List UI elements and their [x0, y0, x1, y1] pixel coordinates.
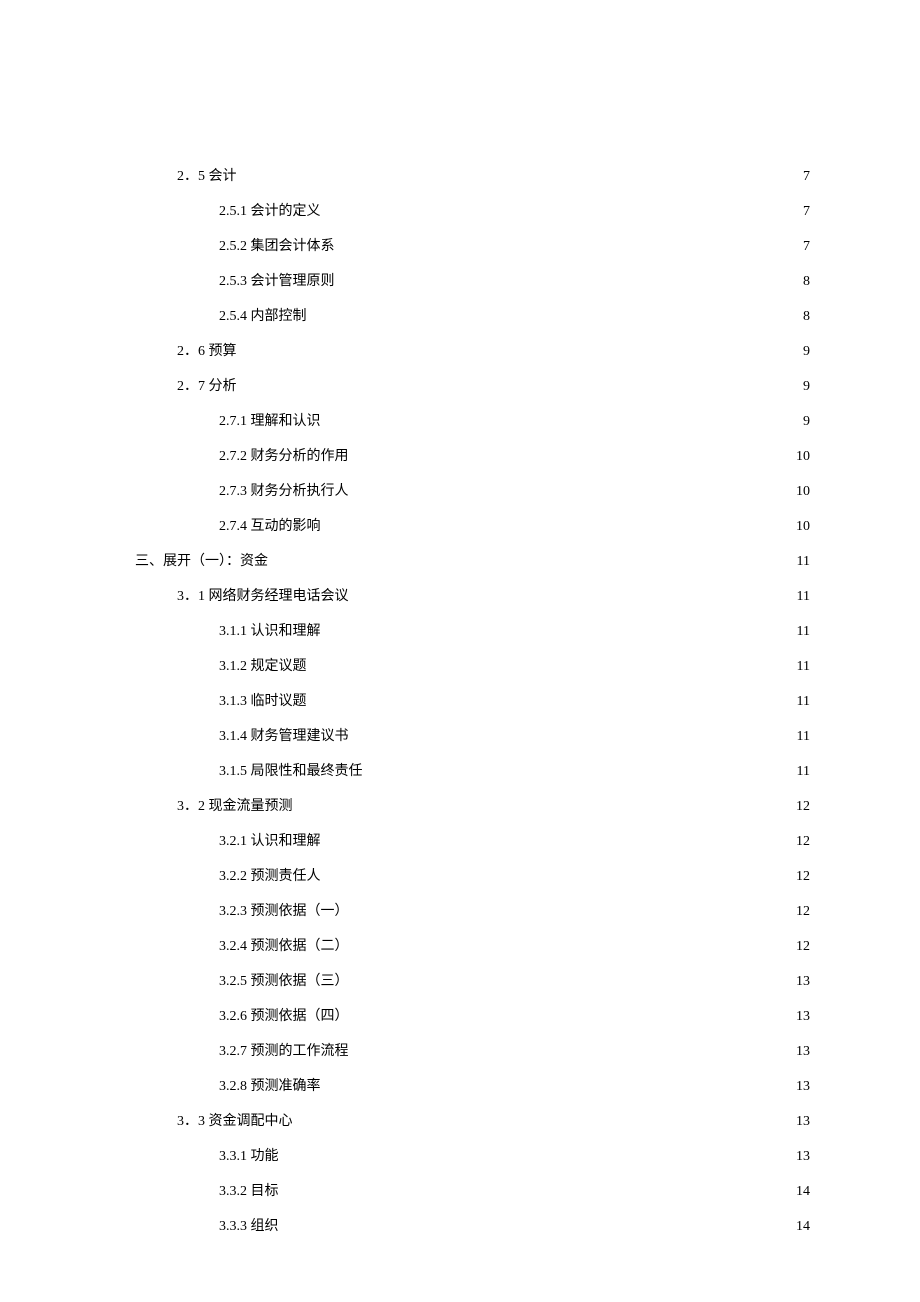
table-of-contents: 2．5 会计 7 2.5.1 会计的定义 7 2.5.2 集团会计体系 7 2.5.3 会计… [135, 165, 810, 1235]
toc-entry-page: 10 [794, 484, 810, 500]
toc-entry: 2．6 预算 9 [135, 340, 810, 360]
toc-entry-label: 3.2.5 预测依据（三） [219, 970, 349, 990]
toc-entry: 3.1.2 规定议题 11 [135, 655, 810, 675]
toc-entry-page: 7 [801, 239, 810, 255]
toc-entry-label: 3．1 网络财务经理电话会议 [177, 585, 349, 605]
toc-entry-page: 11 [795, 554, 810, 570]
toc-entry: 3．1 网络财务经理电话会议 11 [135, 585, 810, 605]
toc-entry-label: 3.2.3 预测依据（一） [219, 900, 349, 920]
toc-entry-label: 2.5.1 会计的定义 [219, 200, 321, 220]
toc-entry-page: 9 [801, 344, 810, 360]
toc-entry-page: 13 [794, 1009, 810, 1025]
toc-entry-label: 3.3.2 目标 [219, 1180, 279, 1200]
toc-entry: 2.7.1 理解和认识 9 [135, 410, 810, 430]
toc-entry-page: 11 [795, 624, 810, 640]
toc-entry-page: 10 [794, 449, 810, 465]
toc-entry-label: 2.7.3 财务分析执行人 [219, 480, 349, 500]
toc-entry-page: 7 [801, 204, 810, 220]
toc-entry-label: 2.7.2 财务分析的作用 [219, 445, 349, 465]
toc-entry-page: 13 [794, 1149, 810, 1165]
toc-entry: 2.5.2 集团会计体系 7 [135, 235, 810, 255]
toc-entry-label: 2.5.2 集团会计体系 [219, 235, 335, 255]
toc-entry-page: 13 [794, 974, 810, 990]
toc-entry: 2.7.3 财务分析执行人 10 [135, 480, 810, 500]
toc-entry-label: 2．6 预算 [177, 340, 237, 360]
toc-entry: 3.2.3 预测依据（一） 12 [135, 900, 810, 920]
toc-entry: 3.1.4 财务管理建议书 11 [135, 725, 810, 745]
toc-entry-label: 2.7.4 互动的影响 [219, 515, 321, 535]
toc-entry: 三、展开（一）：资金 11 [135, 550, 810, 570]
toc-entry-label: 3.2.6 预测依据（四） [219, 1005, 349, 1025]
toc-entry-page: 13 [794, 1114, 810, 1130]
toc-entry-page: 9 [801, 414, 810, 430]
toc-entry-page: 12 [794, 834, 810, 850]
toc-entry: 2.7.4 互动的影响 10 [135, 515, 810, 535]
toc-entry: 3.2.5 预测依据（三） 13 [135, 970, 810, 990]
toc-entry: 3.2.1 认识和理解 12 [135, 830, 810, 850]
toc-entry: 3.1.3 临时议题 11 [135, 690, 810, 710]
toc-entry-page: 13 [794, 1044, 810, 1060]
toc-entry: 3．2 现金流量预测 12 [135, 795, 810, 815]
toc-entry: 3.2.8 预测准确率 13 [135, 1075, 810, 1095]
toc-entry-page: 11 [795, 764, 810, 780]
toc-entry: 3.2.2 预测责任人 12 [135, 865, 810, 885]
toc-entry-label: 3.3.3 组织 [219, 1215, 279, 1235]
toc-entry-page: 12 [794, 799, 810, 815]
toc-entry-label: 2.7.1 理解和认识 [219, 410, 321, 430]
toc-entry-label: 3.1.4 财务管理建议书 [219, 725, 349, 745]
toc-entry-label: 2.5.3 会计管理原则 [219, 270, 335, 290]
toc-entry-page: 12 [794, 869, 810, 885]
toc-entry-label: 3.2.4 预测依据（二） [219, 935, 349, 955]
toc-entry-label: 3.1.1 认识和理解 [219, 620, 321, 640]
toc-entry-label: 3.2.2 预测责任人 [219, 865, 321, 885]
toc-entry-label: 2.5.4 内部控制 [219, 305, 307, 325]
toc-entry-label: 3.2.8 预测准确率 [219, 1075, 321, 1095]
toc-entry-page: 12 [794, 904, 810, 920]
toc-entry-page: 8 [801, 309, 810, 325]
toc-entry: 3.1.1 认识和理解 11 [135, 620, 810, 640]
toc-entry-label: 3.1.2 规定议题 [219, 655, 307, 675]
toc-entry: 2．7 分析 9 [135, 375, 810, 395]
toc-entry-label: 三、展开（一）：资金 [135, 550, 268, 570]
toc-entry-page: 13 [794, 1079, 810, 1095]
toc-entry-page: 12 [794, 939, 810, 955]
toc-entry-label: 3.3.1 功能 [219, 1145, 279, 1165]
toc-entry-page: 7 [801, 169, 810, 185]
toc-entry-label: 2．7 分析 [177, 375, 237, 395]
toc-entry: 3.2.6 预测依据（四） 13 [135, 1005, 810, 1025]
toc-entry-page: 14 [794, 1184, 810, 1200]
toc-entry: 3.2.4 预测依据（二） 12 [135, 935, 810, 955]
toc-entry-page: 10 [794, 519, 810, 535]
toc-entry-page: 14 [794, 1219, 810, 1235]
toc-entry-label: 3.2.1 认识和理解 [219, 830, 321, 850]
toc-entry-label: 3.2.7 预测的工作流程 [219, 1040, 349, 1060]
toc-entry: 3.2.7 预测的工作流程 13 [135, 1040, 810, 1060]
toc-entry: 3.1.5 局限性和最终责任 11 [135, 760, 810, 780]
toc-entry-page: 11 [795, 659, 810, 675]
toc-entry: 2．5 会计 7 [135, 165, 810, 185]
toc-entry-label: 3．3 资金调配中心 [177, 1110, 293, 1130]
toc-entry-page: 8 [801, 274, 810, 290]
toc-entry: 2.7.2 财务分析的作用 10 [135, 445, 810, 465]
toc-entry: 2.5.1 会计的定义 7 [135, 200, 810, 220]
toc-entry-label: 3.1.3 临时议题 [219, 690, 307, 710]
toc-entry-label: 3.1.5 局限性和最终责任 [219, 760, 363, 780]
toc-entry: 3.3.3 组织 14 [135, 1215, 810, 1235]
toc-entry: 3.3.2 目标 14 [135, 1180, 810, 1200]
toc-entry-label: 3．2 现金流量预测 [177, 795, 293, 815]
toc-entry-label: 2．5 会计 [177, 165, 237, 185]
toc-entry: 3.3.1 功能 13 [135, 1145, 810, 1165]
toc-entry: 3．3 资金调配中心 13 [135, 1110, 810, 1130]
toc-entry-page: 11 [795, 694, 810, 710]
toc-entry: 2.5.3 会计管理原则 8 [135, 270, 810, 290]
toc-entry-page: 9 [801, 379, 810, 395]
toc-entry-page: 11 [795, 589, 810, 605]
toc-entry: 2.5.4 内部控制 8 [135, 305, 810, 325]
toc-entry-page: 11 [795, 729, 810, 745]
